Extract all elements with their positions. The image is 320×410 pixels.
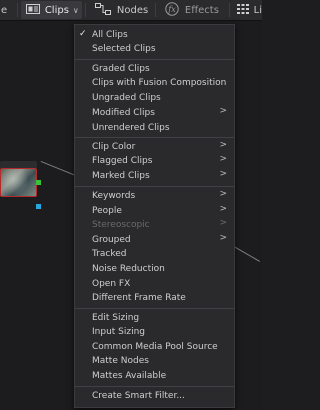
chevron-right-icon: > [219,218,227,228]
clips-filter-menu: ✓ All Clips Selected Clips Graded Clips … [74,24,235,408]
clips-label: Clips [44,4,69,16]
menu-item-tracked[interactable]: Tracked [75,247,234,261]
menu-item-unrendered-clips[interactable]: Unrendered Clips [75,121,234,135]
menu-item-clip-color[interactable]: Clip Color > [75,140,234,154]
menu-item-different-frame-rate[interactable]: Different Frame Rate [75,291,234,305]
menu-item-marked-clips[interactable]: Marked Clips > [75,169,234,183]
alpha-output-port[interactable] [36,204,41,209]
menu-divider [75,137,234,138]
connection-line [233,246,260,262]
menu-divider [75,59,234,60]
menu-item-graded-clips[interactable]: Graded Clips [75,62,234,76]
menu-item-open-fx[interactable]: Open FX [75,277,234,291]
menu-item-flagged-clips[interactable]: Flagged Clips > [75,154,234,168]
menu-item-label: Common Media Pool Source [92,342,218,352]
menu-item-label: Input Sizing [92,327,146,337]
menu-divider [75,308,234,309]
menu-item-label: Clips with Fusion Composition [92,78,227,88]
chevron-right-icon: > [219,106,227,116]
menu-item-grouped[interactable]: Grouped > [75,233,234,247]
menu-item-people[interactable]: People > [75,204,234,218]
menu-item-input-sizing[interactable]: Input Sizing [75,325,234,339]
menu-item-label: Edit Sizing [92,313,140,323]
menu-item-modified-clips[interactable]: Modified Clips > [75,106,234,120]
menu-item-ungraded-clips[interactable]: Ungraded Clips [75,91,234,105]
menu-item-label: Mattes Available [92,371,167,381]
menu-item-fusion-clips[interactable]: Clips with Fusion Composition [75,76,234,90]
chevron-right-icon: > [219,169,227,179]
top-toolbar: e Clips ∨ Nodes fx Effects Li [0,0,262,21]
menu-item-label: Grouped [92,235,131,245]
nodes-label: Nodes [116,4,149,16]
menu-item-label: Matte Nodes [92,356,149,366]
menu-item-stereoscopic: Stereoscopic > [75,218,234,232]
clips-icon [25,3,40,17]
thumbnail-image [1,169,36,196]
chevron-right-icon: > [219,140,227,150]
chevron-right-icon: > [219,154,227,164]
menu-item-common-media-pool-source[interactable]: Common Media Pool Source [75,340,234,354]
menu-item-selected-clips[interactable]: Selected Clips [75,42,234,56]
toolbar-divider [155,3,156,17]
menu-item-label: Noise Reduction [92,264,165,274]
color-page: e Clips ∨ Nodes fx Effects Li ✓ All Clip… [0,0,262,410]
effects-button[interactable]: fx Effects [159,0,226,20]
menu-item-label: Modified Clips [92,108,155,118]
connection-line [40,161,79,177]
menu-item-label: Different Frame Rate [92,293,186,303]
menu-item-label: Flagged Clips [92,156,153,166]
menu-item-edit-sizing[interactable]: Edit Sizing [75,311,234,325]
node-header [0,161,37,168]
chevron-down-icon: ∨ [72,5,79,15]
menu-item-label: Selected Clips [92,44,156,54]
menu-item-label: Graded Clips [92,64,150,74]
rgb-output-port[interactable] [36,180,41,185]
menu-item-label: People [92,206,122,216]
toolbar-item-partial[interactable]: e [0,0,14,20]
grid-icon [236,3,249,17]
toolbar-partial-label: e [1,4,8,16]
chevron-right-icon: > [219,233,227,243]
chevron-right-icon: > [219,189,227,199]
menu-item-label: Create Smart Filter... [92,391,185,401]
menu-item-keywords[interactable]: Keywords > [75,189,234,203]
menu-item-label: Unrendered Clips [92,123,170,133]
menu-item-all-clips[interactable]: ✓ All Clips [75,28,234,42]
toolbar-divider [84,3,86,17]
menu-item-label: Marked Clips [92,171,150,181]
menu-item-create-smart-filter[interactable]: Create Smart Filter... [75,389,234,403]
chevron-right-icon: > [219,204,227,214]
menu-item-matte-nodes[interactable]: Matte Nodes [75,354,234,368]
lightbox-button[interactable]: Li [233,0,262,20]
menu-item-label: Stereoscopic [92,220,150,230]
fx-icon: fx [165,1,179,19]
nodes-button[interactable]: Nodes [89,0,152,20]
menu-item-label: Open FX [92,279,131,289]
toolbar-divider [16,3,18,17]
menu-divider [75,386,234,387]
menu-item-noise-reduction[interactable]: Noise Reduction [75,262,234,276]
clips-button[interactable]: Clips ∨ [20,1,82,19]
toolbar-divider [228,3,230,17]
effects-label: Effects [184,4,219,16]
lightbox-label: Li [253,4,262,16]
menu-item-mattes-available[interactable]: Mattes Available [75,369,234,383]
node-thumbnail[interactable] [0,168,37,197]
menu-item-label: Clip Color [92,142,136,152]
menu-item-label: Tracked [92,249,127,259]
svg-text:fx: fx [167,5,176,14]
menu-item-label: Keywords [92,191,136,201]
checkmark-icon: ✓ [79,29,87,39]
nodes-icon [94,2,111,18]
menu-item-label: All Clips [92,30,128,40]
menu-divider [75,186,234,187]
menu-item-label: Ungraded Clips [92,93,161,103]
